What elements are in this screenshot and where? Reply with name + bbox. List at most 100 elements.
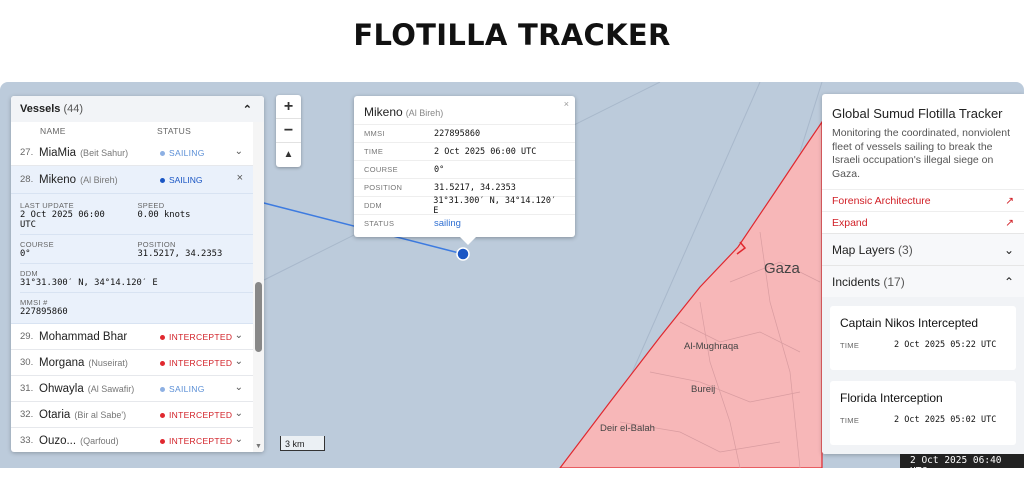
incident-time: 2 Oct 2025 05:02 UTC (894, 415, 997, 425)
popup-key: POSITION (364, 183, 403, 192)
info-description: Monitoring the coordinated, nonviolent f… (832, 127, 1011, 180)
page-title: FLOTILLA TRACKER (353, 18, 671, 52)
mmsi-value: 227895860 (20, 307, 68, 317)
chevron-up-icon[interactable]: ⌃ (1004, 275, 1014, 289)
vessel-row[interactable]: 32. Otaria (Bir al Sabe') INTERCEPTED ⌄ (11, 402, 264, 428)
clock-readout: 2 Oct 2025 06:40 UTC (900, 454, 1024, 477)
col-name: NAME (40, 126, 66, 136)
vessel-row-selected[interactable]: 28. Mikeno (Al Bireh) SAILING × (11, 166, 264, 194)
vessel-sub: (Nuseirat) (88, 357, 128, 368)
map[interactable]: Gaza Al-Mughraqa Bureij Deir el-Balah Ve… (0, 82, 1024, 468)
vessel-popup: Mikeno (Al Bireh) × MMSI 227895860 TIME 2 O… (354, 96, 575, 245)
popup-row: TIME 2 Oct 2025 06:00 UTC (354, 142, 575, 160)
popup-row: COURSE 0° (354, 160, 575, 178)
vessel-name: Morgana (39, 356, 85, 369)
zoom-out-button[interactable]: − (276, 119, 301, 143)
incidents-list: Captain Nikos Intercepted TIME 2 Oct 2025… (822, 297, 1024, 454)
popup-row: MMSI 227895860 (354, 124, 575, 142)
course-label: COURSE (20, 240, 54, 249)
popup-key: COURSE (364, 165, 398, 174)
popup-value: 227895860 (434, 128, 481, 139)
vessel-columns: NAME STATUS (11, 122, 264, 140)
vessel-row[interactable]: 29. Mohammad Bhar INTERCEPTED ⌄ (11, 324, 264, 350)
expand-link[interactable]: Expand ↗ (822, 211, 1024, 233)
incident-card[interactable]: Florida Interception TIME 2 Oct 2025 05:0… (830, 381, 1016, 445)
status-badge: INTERCEPTED (160, 324, 232, 350)
vessel-list: 27. MiaMia (Beit Sahur) SAILING ⌄ 28. Mi… (11, 140, 264, 452)
popup-value: 0° (434, 164, 445, 175)
chevron-down-icon[interactable]: ⌄ (235, 434, 243, 445)
compass-icon[interactable]: ▲ (276, 143, 301, 167)
vessel-num: 29. (20, 331, 34, 342)
incidents-count: (17) (883, 274, 905, 289)
map-layers-section[interactable]: Map Layers (3) ⌄ (822, 233, 1024, 265)
forensic-architecture-link[interactable]: Forensic Architecture ↗ (822, 189, 1024, 211)
last-update-label: LAST UPDATE (20, 201, 74, 210)
vessel-sub: (Bir al Sabe') (74, 409, 127, 420)
collapse-chevron-icon[interactable]: ⌃ (243, 103, 252, 116)
chevron-down-icon[interactable]: ⌄ (235, 408, 243, 419)
vessel-name: Ouzo... (39, 434, 77, 447)
status-badge: SAILING (160, 376, 205, 402)
vessel-num: 32. (20, 409, 34, 420)
incidents-section[interactable]: Incidents (17) ⌃ (822, 265, 1024, 297)
speed-label: SPEED (137, 201, 165, 210)
position-value: 31.5217, 34.2353 (137, 249, 223, 259)
chevron-down-icon[interactable]: ⌄ (235, 330, 243, 341)
vessel-row[interactable]: 33. Ouzo... (Qarfoud) INTERCEPTED ⌄ (11, 428, 264, 452)
last-update-tz: UTC (20, 220, 36, 230)
popup-value: 2 Oct 2025 06:00 UTC (434, 146, 537, 157)
chevron-down-icon[interactable]: ⌄ (235, 382, 243, 393)
popup-value: 31.5217, 34.2353 (434, 182, 516, 193)
chevron-down-icon[interactable]: ⌄ (1004, 243, 1014, 257)
vessel-expanded-mikeno: 28. Mikeno (Al Bireh) SAILING × LAST UPD… (11, 166, 264, 324)
mmsi-label: MMSI # (20, 298, 48, 307)
ddm-label: DDM (20, 269, 38, 278)
status-badge: INTERCEPTED (160, 350, 232, 376)
close-icon[interactable]: × (237, 172, 243, 184)
vessel-num: 30. (20, 357, 34, 368)
popup-key: DDM (364, 201, 382, 210)
vessel-sub: (Beit Sahur) (80, 147, 129, 158)
vessel-sub: (Al Sawafir) (87, 383, 135, 394)
map-label-deir-el-balah: Deir el-Balah (600, 423, 655, 434)
speed-value: 0.00 knots (137, 210, 191, 220)
popup-key: TIME (364, 147, 384, 156)
scrollbar-thumb[interactable] (255, 282, 262, 352)
vessel-marker-mikeno (456, 247, 470, 261)
vessel-row[interactable]: 30. Morgana (Nuseirat) INTERCEPTED ⌄ (11, 350, 264, 376)
external-link-icon: ↗ (1005, 194, 1014, 207)
gaza-strip (559, 120, 823, 468)
vessels-header[interactable]: Vessels (44) ⌃ (11, 96, 264, 122)
vessel-name: Mikeno (39, 173, 77, 186)
scroll-down-icon[interactable]: ▼ (255, 443, 262, 450)
last-update-value: 2 Oct 2025 06:00 (20, 210, 105, 220)
incident-time: 2 Oct 2025 05:22 UTC (894, 340, 997, 350)
col-status: STATUS (157, 126, 192, 136)
scrollbar[interactable]: ▼ (253, 122, 264, 452)
vessels-count: (44) (63, 103, 83, 115)
popup-status-link[interactable]: sailing (434, 218, 461, 229)
incident-card[interactable]: Captain Nikos Intercepted TIME 2 Oct 2025… (830, 306, 1016, 370)
vessel-row[interactable]: 27. MiaMia (Beit Sahur) SAILING ⌄ (11, 140, 264, 166)
vessels-header-label: Vessels (20, 103, 61, 115)
link-label: Expand (832, 216, 868, 229)
vessel-name: Ohwayla (39, 382, 84, 395)
incident-title: Florida Interception (840, 391, 943, 405)
vessel-num: 31. (20, 383, 34, 394)
vessel-name: Mohammad Bhar (39, 330, 128, 343)
vessel-num: 27. (20, 147, 34, 158)
close-icon[interactable]: × (564, 99, 569, 109)
vessel-sub: (Qarfoud) (80, 435, 119, 446)
link-label: Forensic Architecture (832, 194, 931, 207)
popup-row: DDM 31°31.300′ N, 34°14.120′ E (354, 195, 575, 216)
vessel-row[interactable]: 31. Ohwayla (Al Sawafir) SAILING ⌄ (11, 376, 264, 402)
popup-value: 31°31.300′ N, 34°14.120′ E (433, 195, 557, 216)
status-badge: SAILING (160, 166, 203, 194)
popup-row: STATUS sailing (354, 214, 575, 232)
chevron-down-icon[interactable]: ⌄ (235, 146, 243, 157)
incident-time-label: TIME (840, 416, 860, 425)
chevron-down-icon[interactable]: ⌄ (235, 356, 243, 367)
position-label: POSITION (137, 240, 176, 249)
zoom-in-button[interactable]: + (276, 95, 301, 119)
